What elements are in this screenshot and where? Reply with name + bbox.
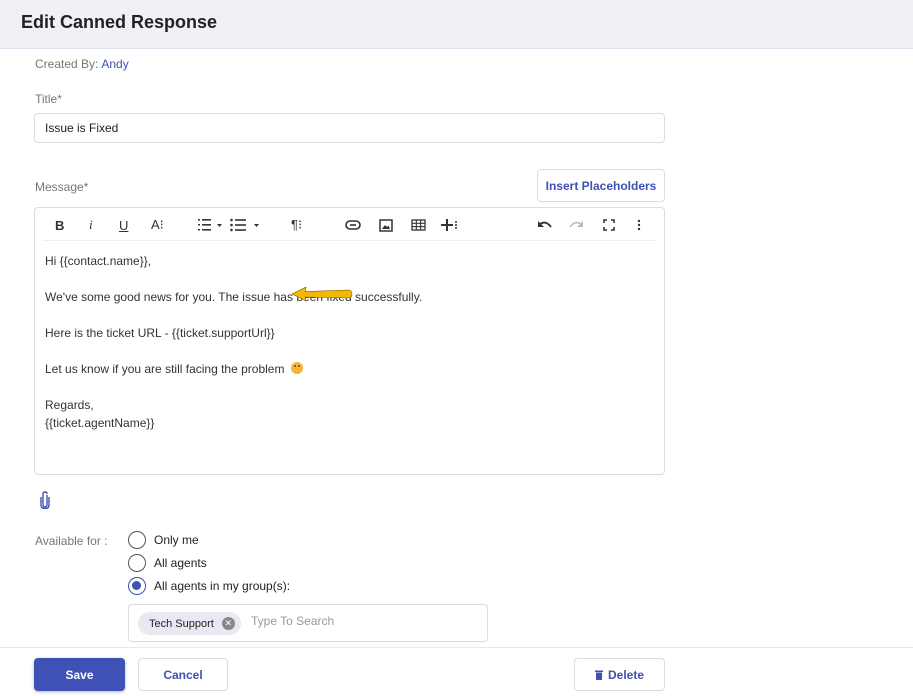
created-by-value: Andy	[101, 57, 129, 71]
radio-circle[interactable]	[128, 531, 146, 549]
insert-table-button[interactable]	[411, 216, 426, 234]
created-by: Created By: Andy	[35, 57, 129, 71]
radio-circle-selected[interactable]	[128, 577, 146, 595]
available-for-label: Available for :	[35, 534, 108, 548]
image-icon	[379, 218, 393, 232]
attach-file-button[interactable]	[40, 491, 50, 514]
table-icon	[411, 219, 426, 231]
link-icon	[345, 220, 361, 230]
paragraph-format-button[interactable]: ¶⁝	[291, 216, 302, 234]
unordered-list-button[interactable]	[230, 216, 264, 234]
page-title: Edit Canned Response	[21, 12, 218, 32]
radio-only-me[interactable]: Only me	[128, 531, 199, 549]
more-vertical-icon	[637, 219, 641, 231]
insert-link-button[interactable]	[345, 216, 361, 234]
insert-placeholders-button[interactable]: Insert Placeholders	[537, 169, 665, 202]
radio-label: Only me	[154, 533, 199, 547]
redo-icon	[569, 221, 583, 228]
group-chip: Tech Support ✕	[138, 612, 241, 635]
fullscreen-button[interactable]	[603, 216, 615, 234]
message-content[interactable]: Hi {{contact.name}}, We've some good new…	[45, 252, 654, 432]
font-size-button[interactable]: A⁝	[151, 216, 164, 234]
group-select[interactable]: Tech Support ✕	[128, 604, 488, 642]
plus-icon	[441, 219, 457, 231]
radio-label: All agents	[154, 556, 207, 570]
radio-all-agents[interactable]: All agents	[128, 554, 207, 572]
footer-bar: Save Cancel Delete	[0, 647, 913, 696]
paperclip-icon	[40, 491, 50, 510]
more-options-button[interactable]	[637, 216, 641, 234]
ordered-list-button[interactable]	[198, 216, 226, 234]
smiley-emoji-icon	[290, 362, 303, 374]
trash-icon	[594, 670, 603, 680]
message-label: Message*	[35, 180, 89, 194]
message-line: Here is the ticket URL - {{ticket.suppor…	[45, 326, 275, 340]
message-line: Hi {{contact.name}},	[45, 254, 152, 268]
undo-icon	[538, 221, 552, 228]
unordered-list-icon	[230, 218, 259, 232]
save-button[interactable]: Save	[34, 658, 125, 691]
delete-button[interactable]: Delete	[574, 658, 665, 691]
undo-button[interactable]	[537, 216, 553, 234]
redo-button[interactable]	[568, 216, 584, 234]
group-chip-label: Tech Support	[149, 617, 214, 630]
page-header: Edit Canned Response	[0, 0, 913, 49]
ordered-list-icon	[198, 219, 222, 231]
cancel-button[interactable]: Cancel	[138, 658, 228, 691]
title-label: Title*	[35, 92, 62, 106]
insert-image-button[interactable]	[379, 216, 393, 234]
message-line: Regards,	[45, 398, 94, 412]
message-line: {{ticket.agentName}}	[45, 416, 155, 430]
radio-circle[interactable]	[128, 554, 146, 572]
italic-button[interactable]: i	[89, 216, 93, 234]
message-line: Let us know if you are still facing the …	[45, 360, 654, 378]
radio-label: All agents in my group(s):	[154, 579, 291, 593]
created-by-label: Created By:	[35, 57, 99, 71]
message-editor[interactable]: B i U A⁝ ¶⁝ Hi {{contact.name}}, We've s…	[34, 207, 665, 475]
editor-toolbar: B i U A⁝ ¶⁝	[43, 209, 656, 241]
group-search-input[interactable]	[251, 614, 451, 628]
delete-label: Delete	[607, 667, 645, 682]
radio-all-agents-in-groups[interactable]: All agents in my group(s):	[128, 577, 290, 595]
insert-more-button[interactable]	[441, 216, 459, 234]
fullscreen-icon	[603, 219, 615, 231]
underline-button[interactable]: U	[119, 216, 128, 234]
bold-button[interactable]: B	[55, 216, 64, 234]
remove-chip-icon[interactable]: ✕	[221, 617, 235, 630]
annotation-arrow-icon	[291, 286, 353, 302]
message-line-text: Let us know if you are still facing the …	[45, 362, 285, 376]
title-input[interactable]	[34, 113, 665, 143]
